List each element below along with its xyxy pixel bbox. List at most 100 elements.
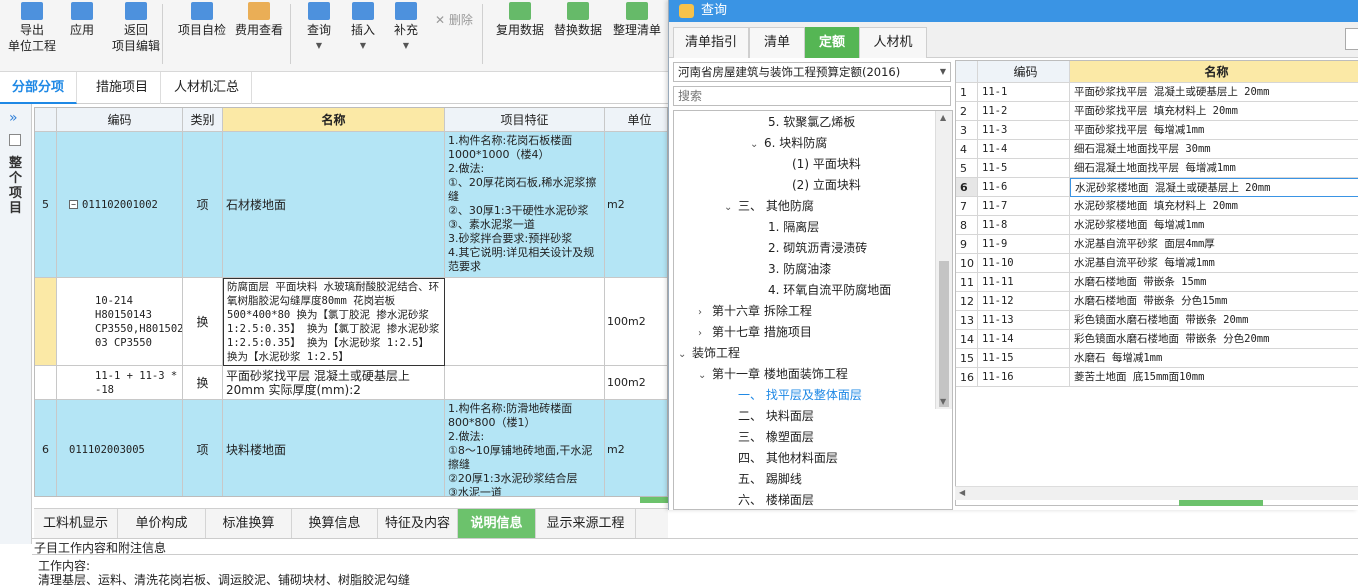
toolbar-button-0[interactable]: 导出 单位工程 — [4, 0, 60, 70]
result-row[interactable]: 13 11-13 彩色镜面水磨石楼地面 带嵌条 20mm — [956, 311, 1358, 330]
toolbar-button-2[interactable]: 返回 项目编辑 — [106, 0, 166, 70]
feature-cell[interactable] — [445, 366, 605, 400]
scroll-up-icon[interactable]: ▲ — [940, 113, 946, 122]
result-row[interactable]: 8 11-8 水泥砂浆楼地面 每增减1mm — [956, 216, 1358, 235]
whole-project-label[interactable]: 整个项目 — [9, 156, 23, 216]
chevron-right-icon[interactable]: › — [698, 323, 712, 344]
toolbar-button-8[interactable]: ✕ 删除 — [428, 0, 480, 70]
unit-cell[interactable]: 100m2 — [605, 366, 667, 400]
unit-cell[interactable]: 100m2 — [605, 278, 667, 366]
result-row[interactable]: 9 11-9 水泥基自流平砂浆 面层4mm厚 — [956, 235, 1358, 254]
row-number[interactable] — [35, 366, 57, 400]
tree-node[interactable]: › 第十六章 拆除工程 — [698, 301, 812, 322]
code-cell[interactable]: 11-1 + 11-3 * -18 — [57, 366, 183, 400]
result-row[interactable]: 15 11-15 水磨石 每增减1mm — [956, 349, 1358, 368]
results-header-name[interactable]: 名称 — [1070, 61, 1358, 83]
dialog-tab-0[interactable]: 清单指引 — [673, 27, 749, 58]
tree-node[interactable]: 3. 防腐油漆 — [754, 259, 831, 280]
bottom-tab-2[interactable]: 标准换算 — [206, 509, 292, 539]
tree-scrollbar[interactable]: ▲ ▼ — [935, 111, 952, 409]
result-row[interactable]: 7 11-7 水泥砂浆楼地面 填充材料上 20mm — [956, 197, 1358, 216]
result-row[interactable]: 1 11-1 平面砂浆找平层 混凝土或硬基层上 20mm — [956, 83, 1358, 102]
bottom-tab-3[interactable]: 换算信息 — [292, 509, 378, 539]
feature-cell[interactable] — [445, 278, 605, 366]
results-hscrollbar[interactable]: ◀ — [955, 486, 1358, 500]
toolbar-button-11[interactable]: 整理清单 — [608, 0, 666, 70]
tree-node[interactable]: 1. 隔离层 — [754, 217, 819, 238]
row-number[interactable]: 6 — [35, 400, 57, 496]
quota-select[interactable]: 河南省房屋建筑与装饰工程预算定额(2016) ▼ — [673, 62, 951, 82]
chevron-down-icon[interactable]: ⌄ — [678, 344, 692, 365]
bottom-tab-0[interactable]: 工料机显示 — [34, 509, 118, 539]
dialog-tab-3[interactable]: 人材机 — [859, 27, 927, 58]
tree-node[interactable]: ⌄ 装饰工程 — [678, 343, 740, 364]
bottom-tab-4[interactable]: 特征及内容 — [378, 509, 458, 539]
column-header[interactable]: 名称 — [223, 108, 445, 132]
chevron-right-icon[interactable]: › — [698, 302, 712, 323]
dialog-tab-1[interactable]: 清单 — [749, 27, 805, 58]
tree-node[interactable]: (2) 立面块料 — [778, 175, 861, 196]
document-icon[interactable] — [9, 134, 21, 146]
expand-icon[interactable]: » — [9, 110, 18, 126]
toolbar-button-10[interactable]: 替换数据 — [550, 0, 606, 70]
row-number[interactable]: 5 — [35, 132, 57, 278]
tab-fenbu[interactable]: 分部分项 — [0, 72, 78, 104]
tree-node[interactable]: › 第十七章 措施项目 — [698, 322, 812, 343]
tab-cuoshi[interactable]: 措施项目 — [84, 72, 162, 104]
dialog-edge-button[interactable] — [1345, 28, 1358, 50]
row-number[interactable] — [35, 278, 57, 366]
chevron-down-icon[interactable]: ⌄ — [750, 134, 764, 155]
tree-node[interactable]: ⌄ 6. 块料防腐 — [750, 133, 827, 154]
type-cell[interactable]: 项 — [183, 400, 223, 496]
bottom-tab-5[interactable]: 说明信息 — [458, 509, 536, 539]
column-header[interactable]: 项目特征 — [445, 108, 605, 132]
tree-node[interactable]: 5. 软聚氯乙烯板 — [754, 112, 855, 133]
toolbar-button-3[interactable]: 项目自检 — [172, 0, 232, 70]
toolbar-button-6[interactable]: 插入 ▼ — [342, 0, 384, 70]
result-row[interactable]: 11 11-11 水磨石楼地面 带嵌条 15mm — [956, 273, 1358, 292]
result-row[interactable]: 12 11-12 水磨石楼地面 带嵌条 分色15mm — [956, 292, 1358, 311]
chevron-down-icon[interactable]: ⌄ — [724, 197, 738, 218]
result-row[interactable]: 6 11-6 水泥砂浆楼地面 混凝土或硬基层上 20mm — [956, 178, 1358, 197]
scroll-down-icon[interactable]: ▼ — [940, 397, 946, 406]
type-cell[interactable]: 换 — [183, 366, 223, 400]
scroll-thumb[interactable] — [939, 261, 949, 407]
chevron-down-icon[interactable]: ⌄ — [698, 365, 712, 386]
feature-cell[interactable]: 1.构件名称:花岗石板楼面 1000*1000（楼4） 2.做法: ①、20厚花岗石板… — [445, 132, 605, 278]
result-row[interactable]: 16 11-16 菱苦土地面 底15mm面10mm — [956, 368, 1358, 387]
tree-node[interactable]: 三、 橡塑面层 — [724, 427, 814, 448]
name-cell[interactable]: 防腐面层 平面块料 水玻璃耐酸胶泥结合、环氧树脂胶泥勾缝厚度80mm 花岗岩板 … — [223, 278, 445, 366]
column-header[interactable]: 单位 — [605, 108, 667, 132]
code-cell[interactable]: −011102001002 — [57, 132, 183, 278]
type-cell[interactable]: 换 — [183, 278, 223, 366]
scroll-indicator[interactable] — [640, 497, 668, 503]
result-row[interactable]: 3 11-3 平面砂浆找平层 每增减1mm — [956, 121, 1358, 140]
column-header[interactable]: 编码 — [57, 108, 183, 132]
name-cell[interactable]: 块料楼地面 — [223, 400, 445, 496]
bottom-tab-1[interactable]: 单价构成 — [118, 509, 206, 539]
result-row[interactable]: 4 11-4 细石混凝土地面找平层 30mm — [956, 140, 1358, 159]
tree-node[interactable]: 4. 环氧自流平防腐地面 — [754, 280, 891, 301]
tree-node[interactable]: 2. 砌筑沥青浸渍砖 — [754, 238, 867, 259]
unit-cell[interactable]: m2 — [605, 400, 667, 496]
tree-node[interactable]: ⌄ 三、 其他防腐 — [724, 196, 814, 217]
tree-node[interactable]: ⌄ 第十一章 楼地面装饰工程 — [698, 364, 848, 385]
result-row[interactable]: 14 11-14 彩色镜面水磨石楼地面 带嵌条 分色20mm — [956, 330, 1358, 349]
code-cell[interactable]: 10-214 H80150143 CP3550,H801502 03 CP355… — [57, 278, 183, 366]
tree-node[interactable]: 六、 楼梯面层 — [724, 490, 814, 509]
tree-node[interactable]: 四、 其他材料面层 — [724, 448, 838, 469]
dialog-tab-2[interactable]: 定额 — [805, 27, 859, 58]
tree-node[interactable]: 一、 找平层及整体面层 — [724, 385, 862, 406]
tab-rencaiji[interactable]: 人材机汇总 — [162, 72, 253, 104]
name-cell[interactable]: 平面砂浆找平层 混凝土或硬基层上 20mm 实际厚度(mm):2 — [223, 366, 445, 400]
toolbar-button-7[interactable]: 补充 ▼ — [386, 0, 426, 70]
result-row[interactable]: 2 11-2 平面砂浆找平层 填充材料上 20mm — [956, 102, 1358, 121]
collapse-icon[interactable]: − — [69, 200, 78, 209]
search-input[interactable] — [673, 86, 951, 106]
toolbar-button-4[interactable]: 费用查看 — [230, 0, 288, 70]
results-header-code[interactable]: 编码 — [978, 61, 1070, 83]
bottom-tab-6[interactable]: 显示来源工程 — [536, 509, 636, 539]
result-row[interactable]: 5 11-5 细石混凝土地面找平层 每增减1mm — [956, 159, 1358, 178]
tree-node[interactable]: (1) 平面块料 — [778, 154, 861, 175]
tree-node[interactable]: 二、 块料面层 — [724, 406, 814, 427]
